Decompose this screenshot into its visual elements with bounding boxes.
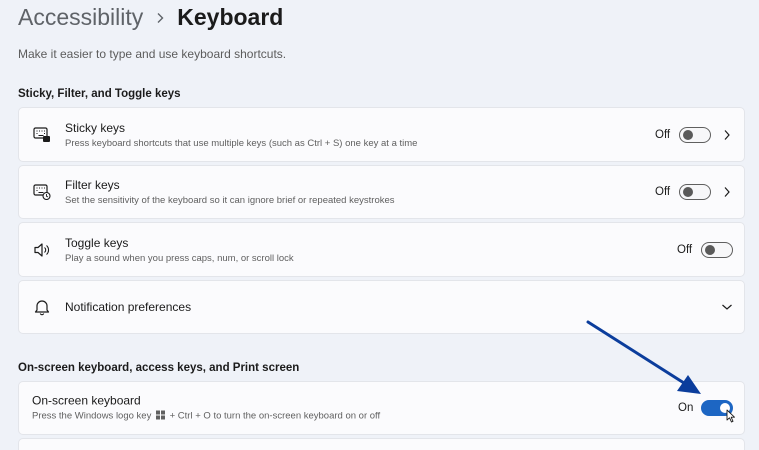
annotation-arrow-icon xyxy=(586,320,701,394)
mouse-cursor-icon xyxy=(726,409,735,423)
